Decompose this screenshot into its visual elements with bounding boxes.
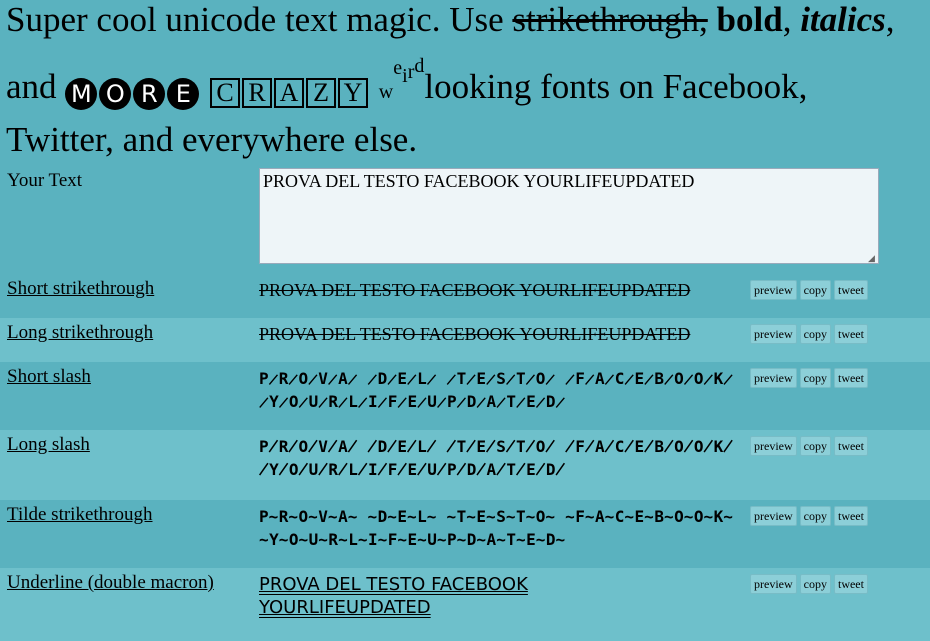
style-row-short-strikethrough: Short strikethrough PROVA DEL TESTO FACE… [0, 274, 930, 318]
tweet-button[interactable]: tweet [833, 280, 868, 300]
style-label[interactable]: Short strikethrough [7, 278, 154, 300]
tweet-button[interactable]: tweet [833, 574, 868, 594]
style-row-long-slash: Long slash P̸R̸O̸V̸A̸ ̸D̸E̸L̸ ̸T̸E̸S̸T̸O… [0, 430, 930, 500]
copy-button[interactable]: copy [799, 436, 831, 456]
intro-italics: italics [800, 0, 886, 39]
weird-letter: d [414, 55, 425, 77]
copy-button[interactable]: copy [799, 280, 831, 300]
preview-button[interactable]: preview [750, 324, 797, 344]
copy-button[interactable]: copy [799, 574, 831, 594]
circled-letter: R [133, 78, 166, 110]
circled-letter: O [99, 78, 132, 110]
boxed-letter: Y [338, 78, 369, 108]
style-row-short-slash: Short slash P̷R̷O̷V̷A̷ ̷D̷E̷L̷ ̷T̷E̷S̷T̷… [0, 362, 930, 430]
style-row-tilde-strikethrough: Tilde strikethrough P̴R̴O̴V̴A̴ ̴D̴E̴L̴ ̴… [0, 500, 930, 568]
copy-button[interactable]: copy [799, 506, 831, 526]
copy-button[interactable]: copy [799, 324, 831, 344]
weird-letter: w [378, 81, 394, 103]
circled-letter: E [167, 78, 200, 110]
style-label[interactable]: Long strikethrough [7, 322, 153, 344]
preview-button[interactable]: preview [750, 368, 797, 388]
resize-grip-icon[interactable]: ◢ [868, 253, 878, 263]
style-label[interactable]: Long slash [7, 434, 90, 456]
preview-button[interactable]: preview [750, 280, 797, 300]
tweet-button[interactable]: tweet [833, 324, 868, 344]
your-text-label: Your Text [7, 170, 83, 191]
row-actions: preview copy tweet [750, 324, 871, 344]
tweet-button[interactable]: tweet [833, 506, 868, 526]
style-output: P̸R̸O̸V̸A̸ ̸D̸E̸L̸ ̸T̸E̸S̸T̸O̸ ̸F̸A̸C̸E̸… [259, 437, 734, 479]
preview-button[interactable]: preview [750, 506, 797, 526]
boxed-letter: A [274, 78, 305, 108]
style-output: P̴R̴O̴V̴A̴ ̴D̴E̴L̴ ̴T̴E̴S̴T̴O̴ ̴F̴A̴C̴E̴… [259, 507, 734, 549]
row-actions: preview copy tweet [750, 436, 871, 456]
circled-letter: M [65, 78, 98, 110]
intro-strikethrough: strikethrough, [512, 0, 708, 39]
boxed-letter: R [242, 78, 273, 108]
style-output: PROVA DEL TESTO FACEBOOK YOURLIFEUPDATED [259, 574, 528, 618]
tweet-button[interactable]: tweet [833, 436, 868, 456]
style-output: P̷R̷O̷V̷A̷ ̷D̷E̷L̷ ̷T̷E̷S̷T̷O̷ ̷F̷A̷C̷E̷… [259, 369, 734, 411]
style-row-long-strikethrough: Long strikethrough PROVA DEL TESTO FACEB… [0, 318, 930, 362]
row-actions: preview copy tweet [750, 280, 871, 300]
intro-sep1 [708, 0, 717, 39]
intro-more: MORE [65, 67, 201, 110]
intro-part1: Super cool unicode text magic. Use [6, 0, 513, 39]
boxed-letter: C [210, 78, 241, 108]
input-row: Your Text PROVA DEL TESTO FACEBOOK YOURL… [0, 162, 930, 274]
intro-text: Super cool unicode text magic. Use strik… [6, 0, 921, 163]
intro-crazy: CRAZY [210, 67, 370, 108]
boxed-letter: Z [306, 78, 337, 108]
row-actions: preview copy tweet [750, 368, 871, 388]
preview-button[interactable]: preview [750, 574, 797, 594]
style-output: PROVA DEL TESTO FACEBOOK YOURLIFEUPDATED [259, 280, 691, 300]
weird-letter: e [393, 57, 403, 79]
preview-button[interactable]: preview [750, 436, 797, 456]
copy-button[interactable]: copy [799, 368, 831, 388]
row-actions: preview copy tweet [750, 574, 871, 594]
style-label[interactable]: Underline (double macron) [7, 572, 214, 594]
intro-sep2: , [782, 0, 792, 39]
intro-weird: weird [379, 43, 425, 116]
tweet-button[interactable]: tweet [833, 368, 868, 388]
your-text-input[interactable]: PROVA DEL TESTO FACEBOOK YOURLIFEUPDATED [259, 168, 879, 264]
style-row-double-macron: Underline (double macron) PROVA DEL TEST… [0, 568, 930, 641]
style-label[interactable]: Tilde strikethrough [7, 504, 153, 526]
row-actions: preview copy tweet [750, 506, 871, 526]
style-label[interactable]: Short slash [7, 366, 91, 388]
style-output: PROVA DEL TESTO FACEBOOK YOURLIFEUPDATED [259, 324, 691, 344]
intro-bold: bold [716, 0, 783, 39]
